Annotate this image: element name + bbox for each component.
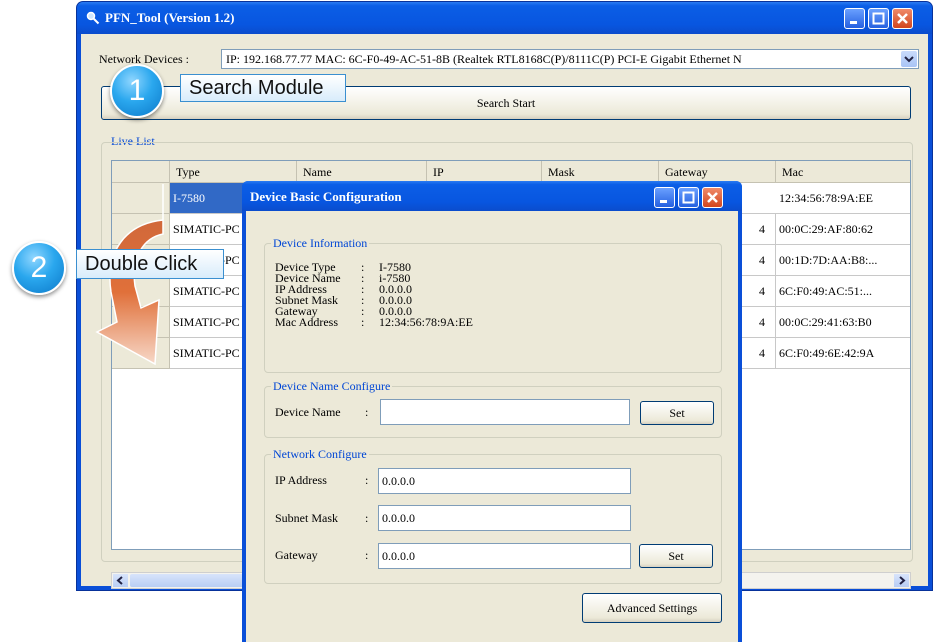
grid-corner <box>112 161 170 183</box>
device-config-dialog: Device Basic Configuration Device Inform… <box>242 181 742 642</box>
advanced-settings-button[interactable]: Advanced Settings <box>582 593 722 623</box>
device-information-group: Device Information Device Type Device Na… <box>264 236 722 373</box>
dropdown-button[interactable] <box>901 51 917 67</box>
close-icon <box>707 192 718 203</box>
main-title-bar[interactable]: PFN_Tool (Version 1.2) <box>77 2 932 34</box>
gateway-input[interactable]: 0.0.0.0 <box>378 543 631 569</box>
info-value-mac-address: 12:34:56:78:9A:EE <box>379 315 473 329</box>
dialog-title-bar[interactable]: Device Basic Configuration <box>242 181 742 211</box>
device-info-labels: Device Type Device Name IP Address Subne… <box>275 261 341 329</box>
dialog-title: Device Basic Configuration <box>250 189 402 204</box>
cell-mac[interactable]: 00:0C:29:AF:80:62 <box>776 214 910 245</box>
step1-badge: 1 <box>110 64 164 118</box>
scroll-left-button[interactable] <box>113 574 128 587</box>
device-name-configure-group: Device Name Configure Device Name : Set <box>264 379 722 438</box>
device-name-input[interactable] <box>380 399 630 425</box>
network-devices-value: IP: 192.168.77.77 MAC: 6C-F0-49-AC-51-8B… <box>226 52 742 66</box>
maximize-icon <box>682 191 695 204</box>
main-window-title: PFN_Tool (Version 1.2) <box>105 10 235 25</box>
maximize-icon <box>872 12 885 25</box>
colon: : <box>365 405 369 419</box>
device-name-label: Device Name <box>275 405 341 419</box>
step2-badge: 2 <box>12 241 66 295</box>
gateway-label: Gateway <box>275 548 318 562</box>
colon: : <box>365 511 369 525</box>
device-name-configure-title: Device Name Configure <box>271 379 393 394</box>
network-devices-select[interactable]: IP: 192.168.77.77 MAC: 6C-F0-49-AC-51-8B… <box>221 49 919 69</box>
cell-mac[interactable]: 00:0C:29:41:63:B0 <box>776 307 910 338</box>
column-header-gateway[interactable]: Gateway <box>659 161 776 183</box>
ip-address-label: IP Address <box>275 473 327 487</box>
chevron-down-icon <box>904 56 914 63</box>
ip-address-input[interactable]: 0.0.0.0 <box>378 468 631 494</box>
column-header-type[interactable]: Type <box>170 161 297 183</box>
maximize-button[interactable] <box>868 8 889 29</box>
set-network-button[interactable]: Set <box>639 544 713 568</box>
chevron-right-icon <box>899 576 906 585</box>
chevron-left-icon <box>116 576 123 585</box>
subnet-mask-input[interactable]: 0.0.0.0 <box>378 505 631 531</box>
magnifier-app-icon <box>86 11 100 25</box>
dialog-body: Device Information Device Type Device Na… <box>246 211 738 642</box>
close-button[interactable] <box>892 8 913 29</box>
set-device-name-button[interactable]: Set <box>640 401 714 425</box>
colon: : <box>365 548 369 562</box>
dialog-minimize-button[interactable] <box>654 187 675 208</box>
scroll-right-button[interactable] <box>894 574 909 587</box>
curved-arrow-icon <box>95 184 164 366</box>
minimize-button[interactable] <box>844 8 865 29</box>
network-configure-group: Network Configure IP Address : 0.0.0.0 S… <box>264 447 722 584</box>
cell-mac[interactable]: 6C:F0:49:AC:51:... <box>776 276 910 307</box>
column-header-mask[interactable]: Mask <box>542 161 659 183</box>
device-info-values: I-7580 i-7580 0.0.0.0 0.0.0.0 0.0.0.0 12… <box>379 261 473 329</box>
colon: : <box>361 315 365 329</box>
minimize-icon <box>850 21 857 24</box>
step2-callout: Double Click <box>76 249 224 279</box>
cell-mac[interactable]: 6C:F0:49:6E:42:9A <box>776 338 910 369</box>
info-label-mac-address: Mac Address <box>275 315 338 329</box>
column-header-name[interactable]: Name <box>297 161 427 183</box>
dialog-close-button[interactable] <box>702 187 723 208</box>
close-icon <box>897 13 908 24</box>
subnet-mask-label: Subnet Mask <box>275 511 338 525</box>
cell-mac[interactable]: 00:1D:7D:AA:B8:... <box>776 245 910 276</box>
column-header-mac[interactable]: Mac <box>776 161 910 183</box>
column-header-ip[interactable]: IP <box>427 161 542 183</box>
step1-callout: Search Module <box>180 74 346 102</box>
cell-mac[interactable]: 12:34:56:78:9A:EE <box>776 183 910 214</box>
minimize-icon <box>660 200 667 203</box>
colon: : <box>365 473 369 487</box>
device-info-colons: : : : : : : <box>361 261 365 329</box>
dialog-maximize-button[interactable] <box>678 187 699 208</box>
device-information-title: Device Information <box>271 236 370 251</box>
scroll-thumb[interactable] <box>130 574 250 587</box>
network-configure-title: Network Configure <box>271 447 369 462</box>
